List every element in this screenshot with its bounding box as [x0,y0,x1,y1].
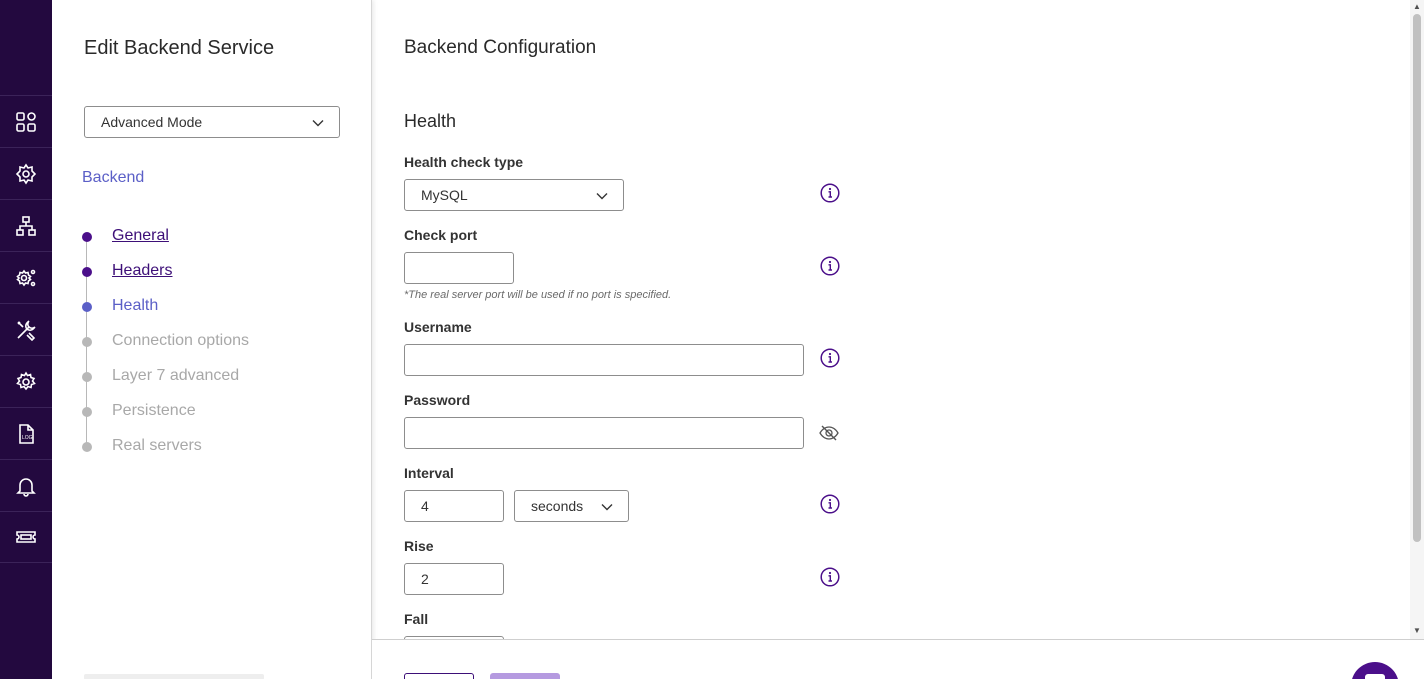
notifications-bell-icon [16,477,36,497]
dashboard-icon [16,111,36,132]
step-label: Persistence [112,402,196,419]
password-label: Password [404,392,471,408]
fall-label: Fall [404,611,429,627]
rail-item-virtual-services[interactable] [0,147,52,199]
step-connection-options: Connection options [82,331,322,353]
service-settings-icon [16,269,36,286]
step-dot [82,337,92,347]
log-file-icon: LOG [19,423,34,444]
main-content: Backend Configuration Health Health chec… [372,0,1410,640]
icon-rail: LOG [0,0,52,679]
info-icon[interactable] [820,348,840,368]
step-headers[interactable]: Headers [82,261,322,283]
main-scrollbar[interactable]: ▲ ▼ [1410,0,1424,640]
step-dot [82,442,92,452]
interval-unit-select[interactable]: seconds [514,490,629,522]
tools-icon [17,319,36,341]
rail-item-logs[interactable]: LOG [0,407,52,459]
cut-off-footer-text [84,674,264,679]
mode-select-value: Advanced Mode [101,114,203,130]
step-dot [82,232,92,242]
rail-item-tools[interactable] [0,303,52,355]
username-input[interactable] [404,344,804,376]
rail-item-settings[interactable] [0,355,52,407]
wizard-sidebar: Edit Backend Service Advanced Mode Backe… [52,0,372,679]
virtual-services-icon [15,163,37,184]
rail-item-notifications[interactable] [0,459,52,511]
save-button[interactable] [490,673,560,679]
eye-slash-icon[interactable] [819,424,839,442]
step-persistence: Persistence [82,401,322,423]
step-layer7-advanced: Layer 7 advanced [82,366,322,388]
settings-gear-icon [16,370,36,390]
info-icon[interactable] [820,567,840,587]
sidebar-title: Edit Backend Service [84,37,275,59]
chevron-down-icon [601,504,613,511]
check-port-label: Check port [404,227,478,243]
info-icon[interactable] [820,256,840,276]
rise-input[interactable]: 2 [404,563,504,595]
scroll-down-arrow-icon[interactable]: ▼ [1413,626,1421,635]
rail-item-dashboard[interactable] [0,95,52,147]
health-check-type-select[interactable]: MySQL [404,179,624,211]
interval-unit-value: seconds [531,498,584,514]
step-label: General [112,227,169,244]
footer-actions [372,639,1424,679]
cancel-button[interactable] [404,673,474,679]
page-title: Backend Configuration [404,37,597,58]
ticket-icon [16,531,36,543]
scrollbar-thumb[interactable] [1413,14,1421,542]
mode-select[interactable]: Advanced Mode [84,106,340,138]
rise-label: Rise [404,538,434,554]
rail-item-network[interactable] [0,199,52,251]
network-icon [16,215,36,236]
step-dot [82,267,92,277]
info-icon[interactable] [820,494,840,514]
step-dot [82,302,92,312]
password-input[interactable] [404,417,804,449]
step-dot [82,407,92,417]
health-check-type-value: MySQL [421,187,468,203]
backend-section-link[interactable]: Backend [82,169,144,187]
step-real-servers: Real servers [82,436,322,458]
step-health[interactable]: Health [82,296,322,318]
username-label: Username [404,319,472,335]
interval-label: Interval [404,465,454,481]
step-label: Real servers [112,437,202,454]
svg-text:LOG: LOG [22,435,33,441]
interval-input[interactable]: 4 [404,490,504,522]
step-label: Layer 7 advanced [112,367,240,384]
step-dot [82,372,92,382]
info-icon[interactable] [820,183,840,203]
step-label: Headers [112,262,173,279]
check-port-hint: *The real server port will be used if no… [404,289,672,301]
scroll-up-arrow-icon[interactable]: ▲ [1413,2,1421,11]
rail-item-tickets[interactable] [0,511,52,563]
check-port-input[interactable] [404,252,514,284]
chat-icon [1365,674,1385,679]
step-general[interactable]: General [82,226,322,248]
health-check-type-label: Health check type [404,154,524,170]
chat-support-button[interactable] [1351,662,1399,679]
section-title: Health [404,111,457,131]
step-label: Connection options [112,332,249,349]
chevron-down-icon [312,120,324,127]
rail-item-service-settings[interactable] [0,251,52,303]
chevron-down-icon [596,193,608,200]
step-label: Health [112,297,159,314]
